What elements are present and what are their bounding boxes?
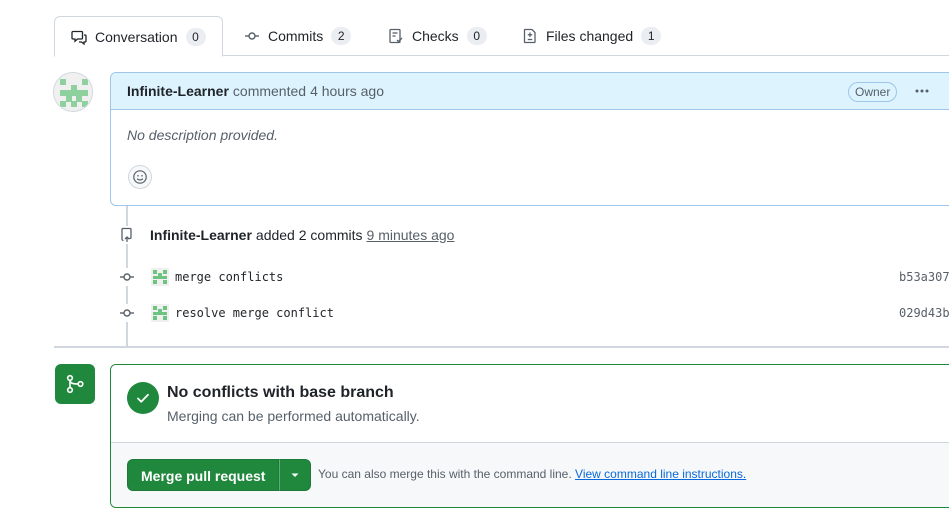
commits-added-event: Infinite-Learner added 2 commits 9 minut… (118, 226, 454, 244)
git-commit-icon (244, 28, 260, 44)
commit-message[interactable]: merge conflicts (175, 270, 283, 284)
list-item: merge conflicts b53a307 (118, 265, 949, 289)
merge-box: No conflicts with base branch Merging ca… (110, 364, 949, 508)
tab-files-changed[interactable]: Files changed 1 (506, 16, 677, 56)
kebab-horizontal-icon (915, 89, 929, 93)
tab-checks[interactable]: Checks 0 (372, 16, 503, 56)
list-item: resolve merge conflict 029d43b (118, 301, 949, 325)
merge-status-title: No conflicts with base branch (167, 384, 394, 401)
merge-status-icon (55, 364, 95, 404)
add-reaction-button[interactable] (128, 165, 152, 189)
comment-discussion-icon (71, 29, 87, 45)
merge-actions: Merge pull request You can also merge th… (111, 443, 949, 507)
avatar[interactable] (53, 72, 93, 112)
pr-description-comment: Infinite-Learner commented 4 hours ago O… (110, 72, 949, 206)
git-merge-icon (66, 374, 84, 394)
commit-message[interactable]: resolve merge conflict (175, 306, 334, 320)
comment-options-button[interactable] (911, 81, 933, 101)
pr-tabs: Conversation 0 Commits 2 Checks 0 Files … (0, 0, 949, 57)
merge-pull-request-button[interactable]: Merge pull request (127, 459, 280, 491)
repo-push-icon (118, 226, 136, 244)
owner-badge: Owner (848, 82, 898, 102)
git-commit-icon (118, 304, 136, 322)
avatar[interactable] (151, 268, 169, 286)
comment-author[interactable]: Infinite-Learner (127, 83, 229, 99)
comment-action: commented (232, 83, 307, 99)
merge-status: No conflicts with base branch Merging ca… (111, 365, 949, 443)
avatar[interactable] (151, 304, 169, 322)
commit-sha[interactable]: 029d43b (899, 306, 949, 320)
merge-hint-text: You can also merge this with the command… (318, 467, 572, 481)
smiley-icon (133, 170, 147, 184)
merge-method-dropdown[interactable] (279, 459, 312, 491)
tab-checks-count: 0 (466, 27, 487, 45)
tab-commits-label: Commits (268, 28, 324, 44)
tab-conversation-label: Conversation (95, 28, 178, 45)
triangle-down-icon (291, 473, 299, 477)
tab-checks-label: Checks (412, 28, 459, 44)
tab-conversation[interactable]: Conversation 0 (54, 16, 223, 57)
comment-header: Infinite-Learner commented 4 hours ago (111, 73, 949, 110)
checklist-icon (388, 28, 404, 44)
tab-files-changed-label: Files changed (546, 28, 634, 44)
tab-files-changed-count: 1 (641, 27, 662, 45)
file-diff-icon (522, 28, 538, 44)
comment-time[interactable]: 4 hours ago (310, 83, 384, 99)
merge-hint: You can also merge this with the command… (318, 467, 746, 481)
tab-conversation-count: 0 (185, 27, 206, 46)
merge-button-group: Merge pull request (127, 459, 312, 491)
event-author[interactable]: Infinite-Learner (150, 227, 252, 243)
git-commit-icon (118, 268, 136, 286)
event-action: added 2 commits (255, 227, 363, 243)
check-circle-icon (127, 382, 159, 414)
tab-commits[interactable]: Commits 2 (228, 16, 367, 56)
command-line-instructions-link[interactable]: View command line instructions. (575, 467, 746, 481)
event-time[interactable]: 9 minutes ago (367, 227, 455, 243)
commit-sha[interactable]: b53a307 (899, 270, 949, 284)
tab-commits-count: 2 (331, 27, 352, 45)
comment-body: No description provided. (127, 127, 278, 143)
merge-status-subtitle: Merging can be performed automatically. (167, 408, 420, 424)
timeline-divider (54, 346, 949, 348)
